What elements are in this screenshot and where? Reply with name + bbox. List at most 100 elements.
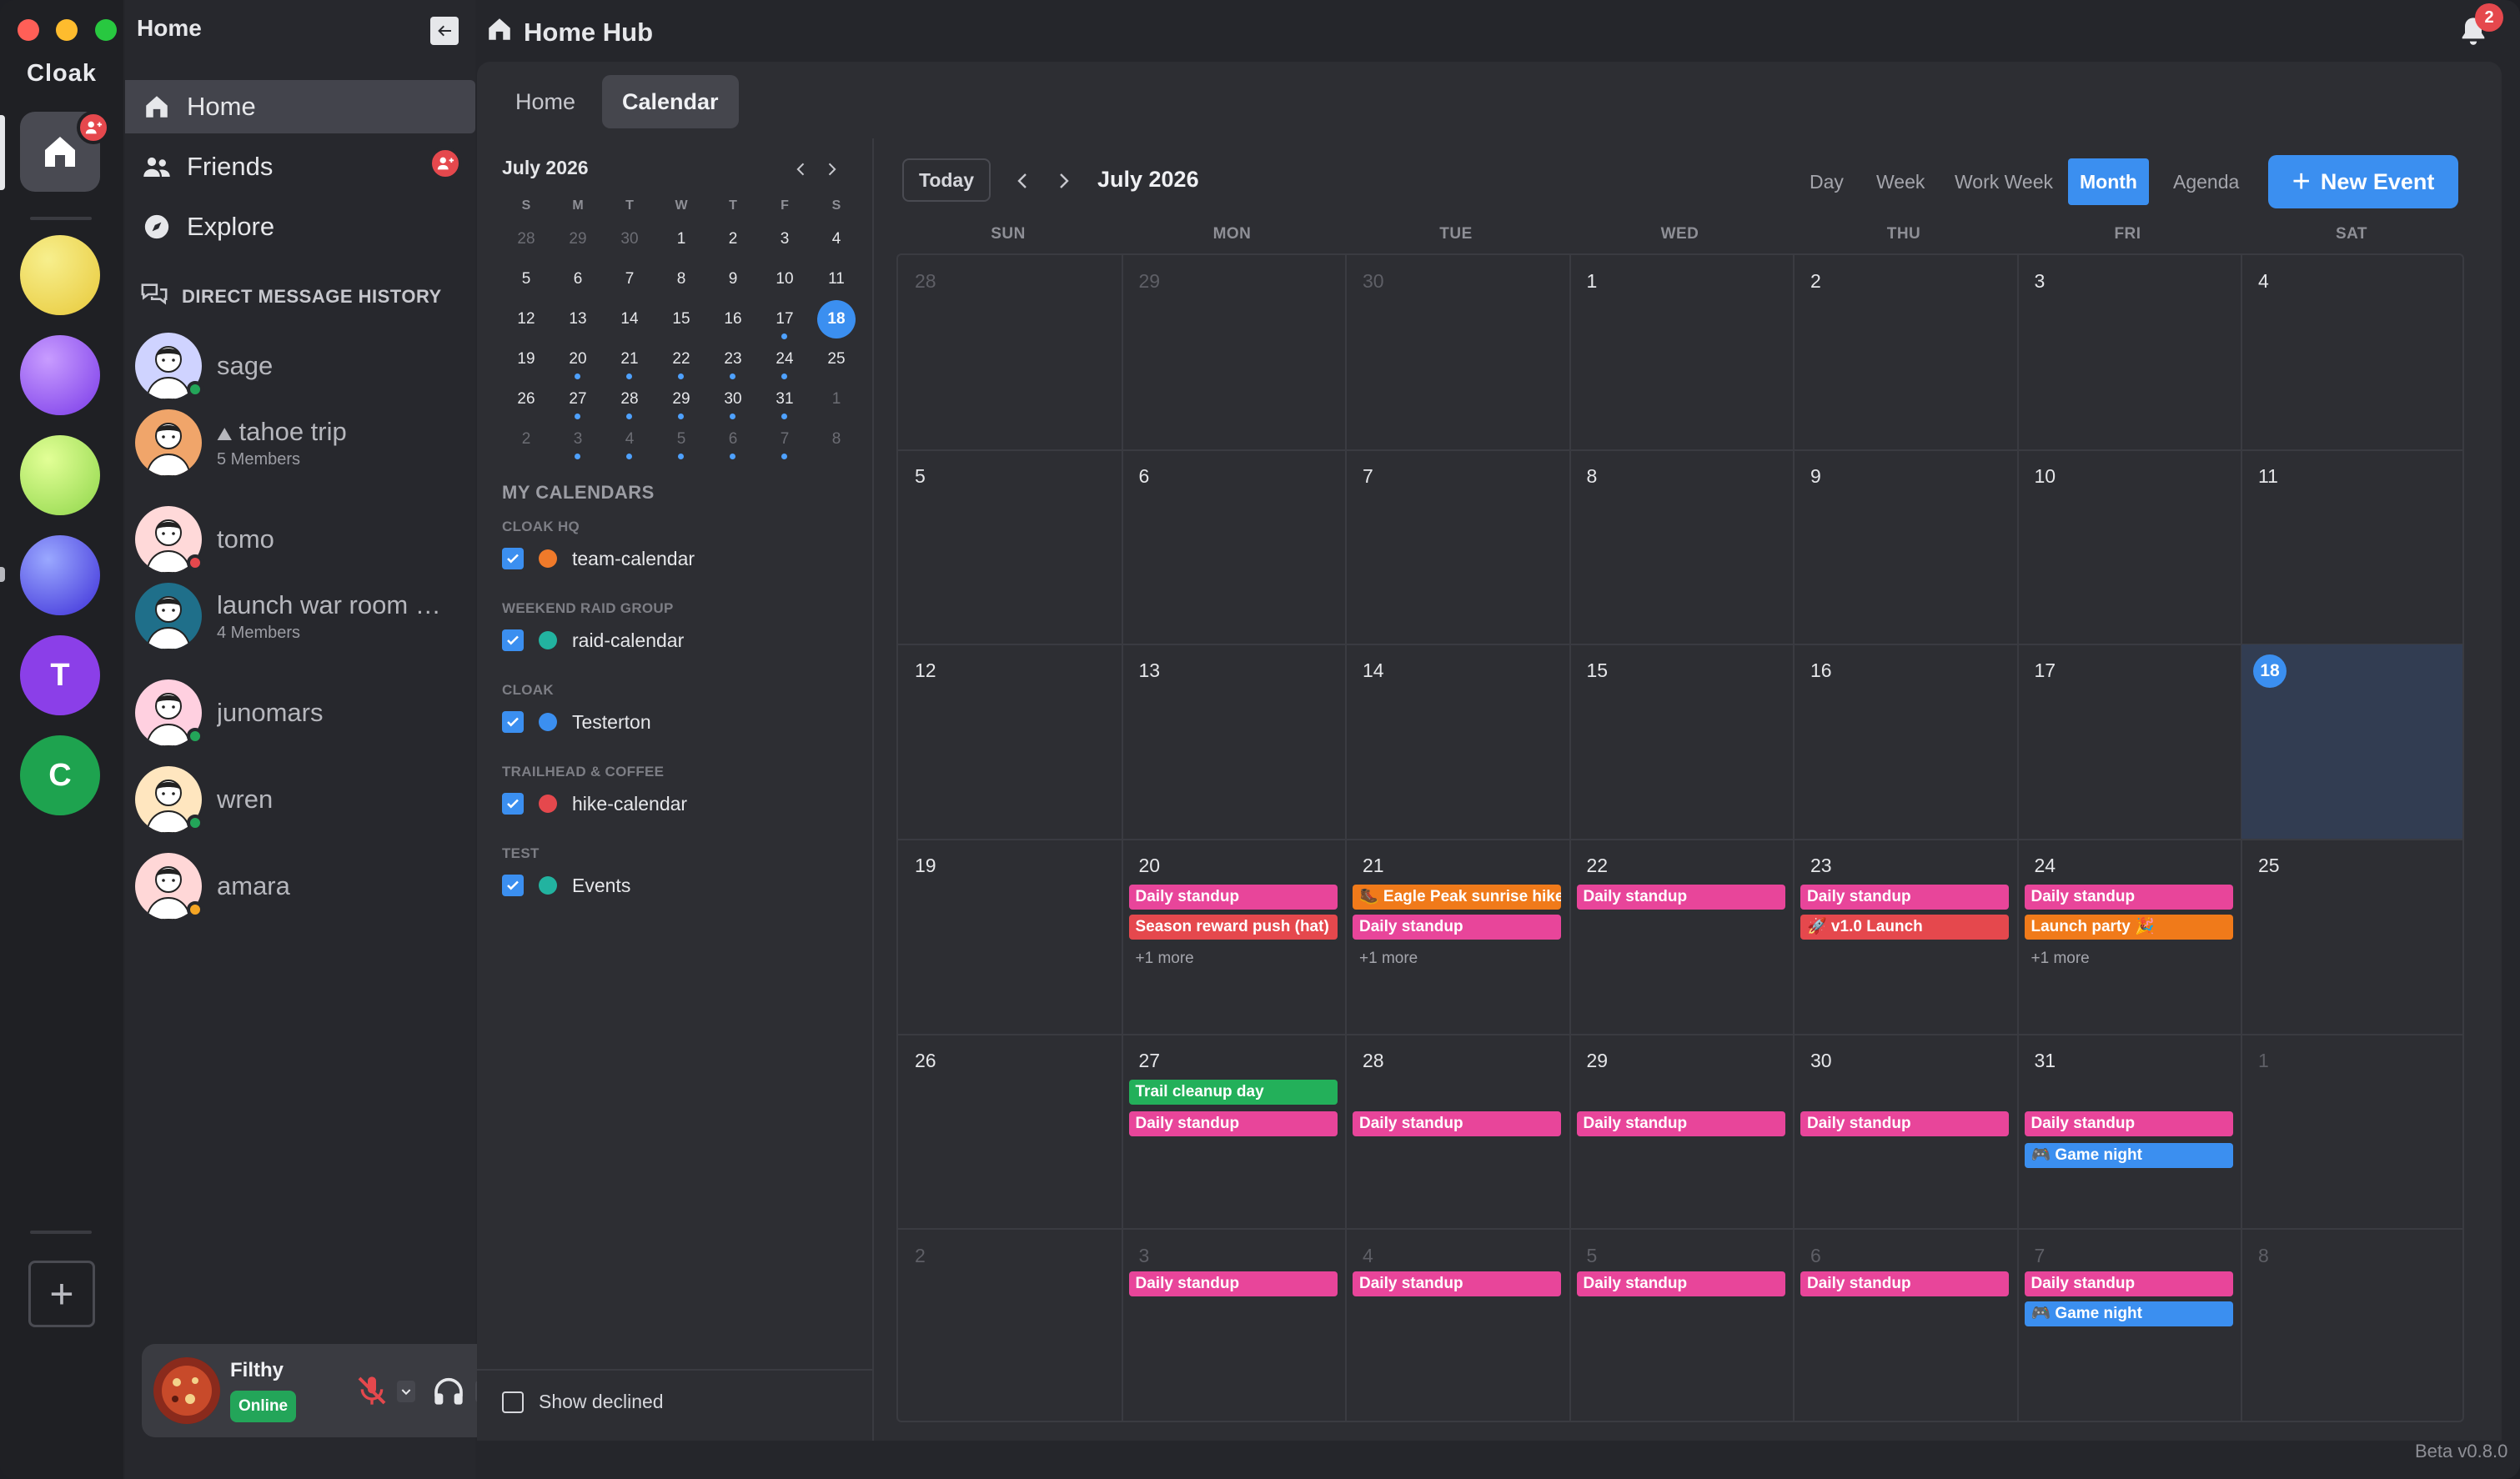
day-cell[interactable]: 14 — [1346, 644, 1571, 841]
day-cell[interactable]: 5 — [898, 449, 1123, 646]
mini-day[interactable]: 15 — [655, 300, 707, 338]
event-chip[interactable]: Daily standup — [1128, 885, 1338, 910]
user-avatar[interactable] — [153, 1357, 220, 1424]
day-cell[interactable]: 31 Daily standup 🎮 Game night — [2017, 1034, 2242, 1231]
day-cell[interactable]: 2 — [898, 1229, 1123, 1421]
event-chip[interactable]: 🎮 Game night — [2024, 1142, 2233, 1168]
mini-day[interactable]: 28 — [500, 220, 552, 258]
mute-button[interactable] — [354, 1372, 390, 1409]
server-icon[interactable] — [20, 335, 100, 415]
dm-item[interactable]: tomo — [135, 502, 469, 577]
calendar-toggle[interactable]: Events — [502, 870, 630, 900]
day-cell[interactable]: 12 — [898, 644, 1123, 841]
prev-month-button[interactable] — [1011, 167, 1036, 195]
day-cell[interactable]: 13 — [1122, 644, 1347, 841]
day-cell[interactable]: 6 — [1122, 449, 1347, 646]
calendar-toggle[interactable]: raid-calendar — [502, 625, 684, 655]
event-chip[interactable]: Daily standup — [1128, 1271, 1338, 1296]
mini-day[interactable]: 12 — [500, 300, 552, 338]
day-cell[interactable]: 22 Daily standup — [1569, 840, 1795, 1035]
dm-item[interactable]: launch war room … 4 Members — [135, 579, 469, 654]
view-week-button[interactable]: Week — [1865, 158, 1936, 205]
mini-day[interactable]: 2 — [707, 220, 759, 258]
event-chip[interactable]: Daily standup — [1576, 1271, 1785, 1296]
day-cell[interactable]: 28 Daily standup — [1346, 1034, 1571, 1231]
new-event-button[interactable]: + New Event — [2268, 155, 2458, 208]
day-cell[interactable]: 30 Daily standup — [1794, 1034, 2019, 1231]
day-cell[interactable]: 2 — [1794, 255, 2019, 451]
day-cell[interactable]: 8 — [2241, 1230, 2462, 1421]
nav-friends[interactable]: Friends — [125, 140, 475, 193]
day-cell[interactable]: 25 — [2241, 840, 2462, 1035]
mini-day[interactable]: 26 — [500, 380, 552, 419]
day-cell[interactable]: 1 — [2241, 1035, 2462, 1231]
event-chip[interactable]: Daily standup — [2024, 885, 2233, 910]
mini-prev-month-button[interactable] — [789, 157, 814, 182]
event-chip[interactable]: Daily standup — [2024, 1271, 2233, 1296]
window-minimize-button[interactable] — [56, 19, 78, 41]
day-cell[interactable]: 29 — [1122, 255, 1347, 451]
mini-day[interactable]: 10 — [759, 260, 811, 298]
view-work-week-button[interactable]: Work Week — [1943, 158, 2065, 205]
calendar-checkbox[interactable] — [502, 629, 524, 651]
calendar-checkbox[interactable] — [502, 548, 524, 569]
event-chip[interactable]: Daily standup — [1800, 885, 2009, 910]
day-cell[interactable]: 5 Daily standup — [1570, 1229, 1795, 1421]
dm-item[interactable]: sage — [135, 328, 469, 404]
mini-day[interactable]: 6 — [552, 260, 604, 298]
mini-day[interactable]: 7 — [604, 260, 655, 298]
tab-home[interactable]: Home — [495, 75, 595, 128]
dm-item[interactable]: ⛰ tahoe trip 5 Members — [135, 405, 469, 480]
calendar-toggle[interactable]: hike-calendar — [502, 789, 687, 819]
mini-day[interactable]: 8 — [655, 260, 707, 298]
mini-day[interactable]: 30 — [604, 220, 655, 258]
mini-day[interactable]: 25 — [811, 340, 862, 379]
day-cell[interactable]: 27 Trail cleanup day Daily standup — [1122, 1034, 1347, 1231]
view-month-button[interactable]: Month — [2068, 158, 2149, 205]
event-chip[interactable]: Launch party 🎉 — [2024, 915, 2233, 940]
day-cell[interactable]: 21 🥾 Eagle Peak sunrise hike Daily standup… — [1346, 840, 1571, 1035]
window-close-button[interactable] — [18, 19, 39, 41]
day-cell[interactable]: 24 Daily standup Launch party 🎉 +1 more — [2017, 840, 2242, 1035]
collapse-sidebar-button[interactable] — [430, 17, 459, 45]
day-cell[interactable]: 8 — [1569, 449, 1795, 646]
event-chip[interactable]: Daily standup — [1128, 1111, 1338, 1136]
mini-day[interactable]: 14 — [604, 300, 655, 338]
server-icon[interactable]: C — [20, 735, 100, 815]
server-icon[interactable] — [20, 435, 100, 515]
event-chip[interactable]: Daily standup — [1353, 915, 1561, 940]
day-cell[interactable]: 28 — [898, 255, 1123, 451]
nav-home[interactable]: Home — [125, 80, 475, 133]
mini-day[interactable]: 8 — [811, 420, 862, 459]
day-cell[interactable]: 17 — [2017, 644, 2242, 841]
mini-day[interactable]: 11 — [811, 260, 862, 298]
mini-day[interactable]: 4 — [811, 220, 862, 258]
server-icon[interactable] — [20, 535, 100, 615]
event-chip[interactable]: 🎮 Game night — [2024, 1301, 2233, 1326]
calendar-checkbox[interactable] — [502, 875, 524, 896]
calendar-toggle[interactable]: team-calendar — [502, 544, 695, 574]
mini-day[interactable]: 16 — [707, 300, 759, 338]
view-day-button[interactable]: Day — [1798, 158, 1855, 205]
day-cell[interactable]: 7 Daily standup 🎮 Game night — [2018, 1229, 2242, 1421]
more-events-link[interactable]: +1 more — [1136, 950, 1194, 968]
mini-day[interactable]: 5 — [500, 260, 552, 298]
day-cell[interactable]: 9 — [1794, 449, 2019, 646]
event-chip[interactable]: Daily standup — [1353, 1271, 1561, 1296]
tab-calendar[interactable]: Calendar — [602, 75, 739, 128]
mini-next-month-button[interactable] — [819, 157, 844, 182]
event-chip[interactable]: Daily standup — [1800, 1271, 2009, 1296]
next-month-button[interactable] — [1051, 167, 1076, 195]
day-cell[interactable]: 16 — [1794, 644, 2019, 841]
day-cell[interactable]: 30 — [1346, 255, 1571, 451]
mini-day[interactable]: 29 — [552, 220, 604, 258]
server-icon[interactable]: T — [20, 635, 100, 715]
event-chip[interactable]: Daily standup — [1576, 1111, 1785, 1136]
mini-day[interactable]: 9 — [707, 260, 759, 298]
day-cell[interactable]: 20 Daily standup Season reward push (hat) +… — [1122, 840, 1347, 1035]
event-chip[interactable]: Trail cleanup day — [1128, 1079, 1338, 1105]
day-cell[interactable]: 7 — [1346, 449, 1571, 646]
calendar-checkbox[interactable] — [502, 793, 524, 815]
show-declined-checkbox[interactable] — [502, 1391, 524, 1413]
event-chip[interactable]: 🥾 Eagle Peak sunrise hike — [1353, 885, 1561, 910]
